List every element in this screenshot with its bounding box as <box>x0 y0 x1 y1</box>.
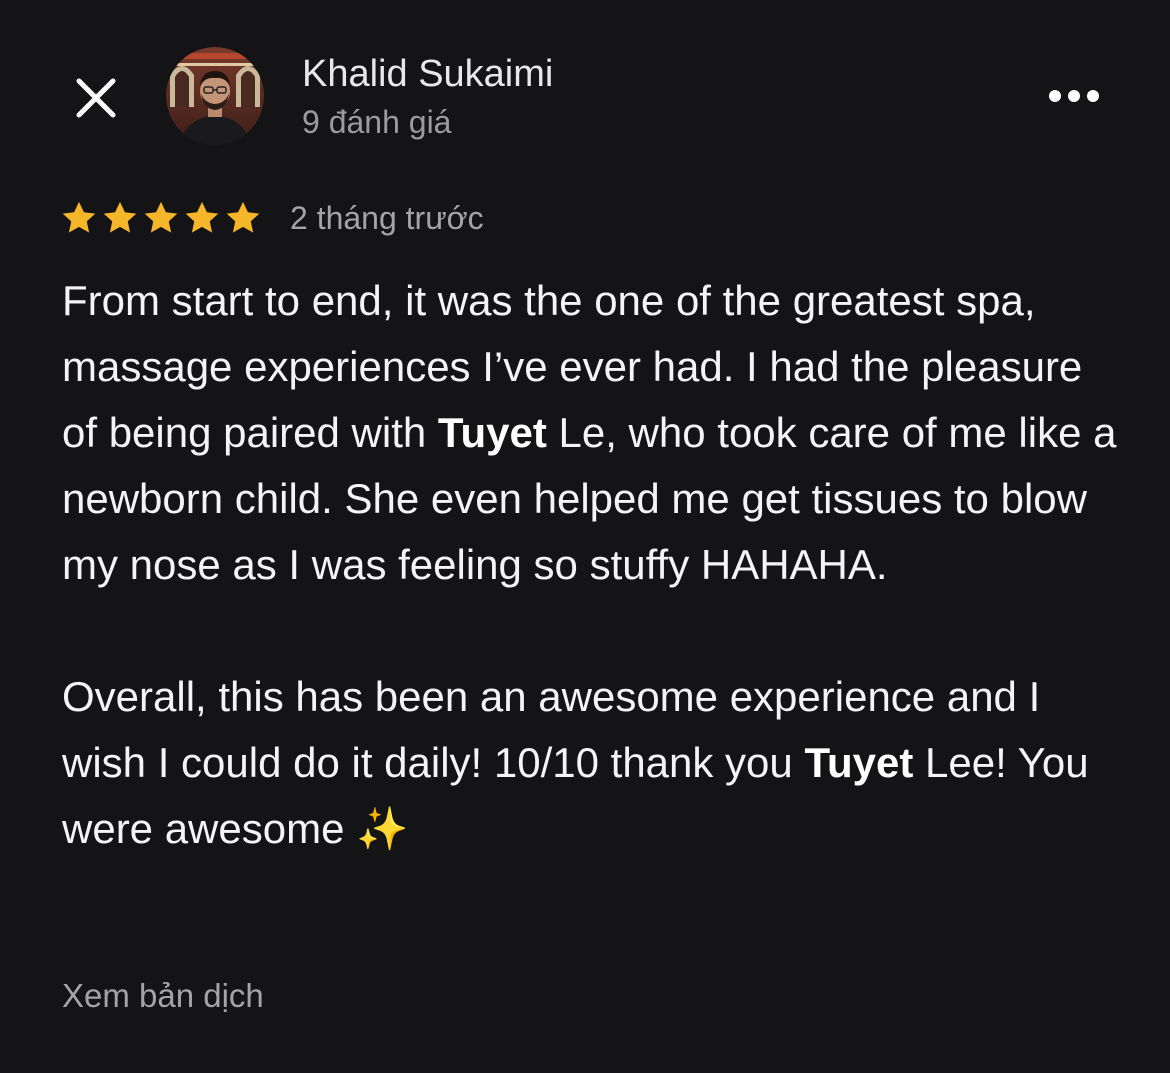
star-icon <box>103 201 137 233</box>
highlighted-name: Tuyet <box>437 409 547 456</box>
star-icon <box>144 201 178 233</box>
star-icon <box>62 201 96 233</box>
more-horizontal-icon <box>1049 90 1099 102</box>
star-icon <box>185 201 219 233</box>
highlighted-name: Tuyet <box>804 739 914 786</box>
review-time: 2 tháng trước <box>290 199 484 236</box>
review-card: Khalid Sukaimi 9 đánh giá 2 tháng trước … <box>0 0 1170 1073</box>
rating-row: 2 tháng trước <box>60 194 484 242</box>
sparkles-emoji: ✨ <box>356 805 409 852</box>
see-translation-link[interactable]: Xem bản dịch <box>62 976 264 1016</box>
author-name[interactable]: Khalid Sukaimi <box>302 52 553 96</box>
star-icon <box>226 201 260 233</box>
close-icon <box>76 78 116 118</box>
star-rating <box>60 199 262 237</box>
review-text: From start to end, it was the one of the… <box>62 268 1122 862</box>
more-options-button[interactable] <box>1042 76 1106 116</box>
avatar[interactable] <box>166 47 264 145</box>
review-count: 9 đánh giá <box>302 104 452 140</box>
review-paragraph: Overall, this has been an awesome experi… <box>62 664 1122 862</box>
close-button[interactable] <box>66 68 126 128</box>
review-paragraph: From start to end, it was the one of the… <box>62 268 1122 598</box>
